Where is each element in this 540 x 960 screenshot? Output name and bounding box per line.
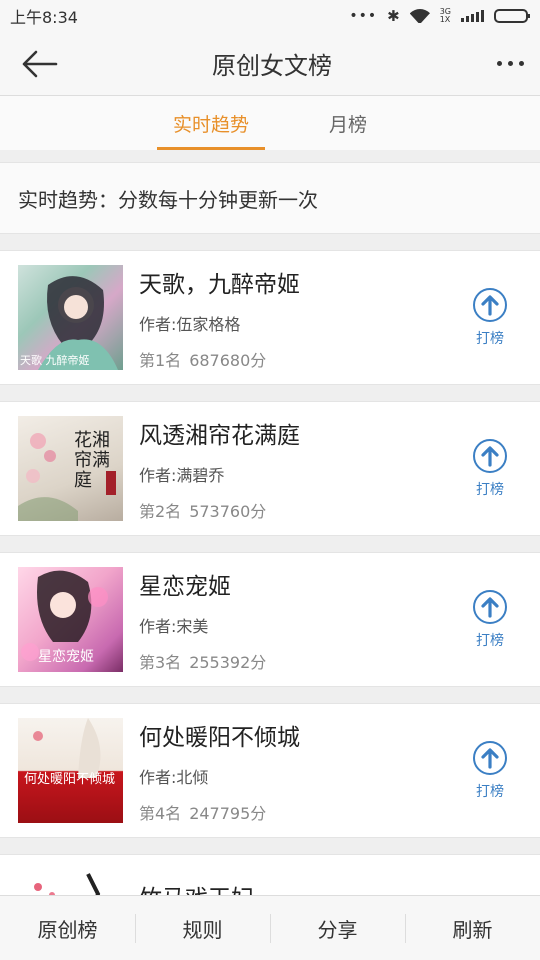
tab-bar: 实时趋势 月榜 — [0, 96, 540, 150]
up-arrow-icon — [473, 438, 507, 473]
book-info: 星恋宠姬 作者:宋美 第3名 255392分 — [139, 567, 470, 673]
book-title: 风透湘帘花满庭 — [139, 422, 300, 449]
vote-label: 打榜 — [476, 783, 504, 800]
book-author: 作者:宋美 — [139, 616, 209, 636]
notification-dots-icon: ••• — [349, 8, 378, 24]
page-title: 原创女文榜 — [212, 52, 332, 80]
vote-label: 打榜 — [476, 330, 504, 347]
more-options-icon[interactable] — [484, 61, 524, 66]
book-rank: 第3名 255392分 — [139, 649, 470, 673]
ranking-list: 天歌 九醉帝姬 天歌，九醉帝姬 作者:伍家格格 第1名 687680分 打榜 花湘… — [0, 250, 540, 914]
bluetooth-icon: ✱ — [387, 7, 400, 25]
rank-position: 第3名 — [139, 652, 182, 672]
vote-label: 打榜 — [476, 481, 504, 498]
up-arrow-icon — [473, 589, 507, 624]
wifi-icon — [410, 9, 430, 23]
rank-score: 247795分 — [189, 803, 267, 823]
bottom-nav-refresh[interactable]: 刷新 — [405, 896, 540, 960]
book-info: 何处暖阳不倾城 作者:北倾 第4名 247795分 — [139, 718, 470, 824]
book-rank: 第2名 573760分 — [139, 498, 470, 522]
book-author: 作者:北倾 — [139, 767, 209, 787]
book-title: 星恋宠姬 — [139, 573, 231, 600]
book-rank: 第1名 687680分 — [139, 347, 470, 371]
vote-button[interactable]: 打榜 — [470, 740, 510, 801]
cover-text: 何处暖阳不倾城 — [24, 772, 116, 787]
bottom-nav: 原创榜 规则 分享 刷新 — [0, 895, 540, 960]
book-item[interactable]: 何处暖阳不倾城 何处暖阳不倾城 作者:北倾 第4名 247795分 打榜 — [0, 703, 540, 838]
book-title: 天歌，九醉帝姬 — [139, 271, 300, 298]
rank-position: 第1名 — [139, 350, 182, 370]
cover-text: 花湘帘满庭 — [74, 430, 110, 491]
book-info: 风透湘帘花满庭 作者:满碧乔 第2名 573760分 — [139, 416, 470, 522]
book-cover[interactable]: 天歌 九醉帝姬 — [18, 265, 123, 370]
book-cover[interactable]: 花湘帘满庭 — [18, 416, 123, 521]
bottom-nav-original-list[interactable]: 原创榜 — [0, 896, 135, 960]
book-item[interactable]: 花湘帘满庭 风透湘帘花满庭 作者:满碧乔 第2名 573760分 打榜 — [0, 401, 540, 536]
rank-position: 第4名 — [139, 803, 182, 823]
status-icons: ••• ✱ 3G 1X — [349, 7, 530, 25]
network-type: 3G 1X — [439, 7, 451, 24]
book-rank: 第4名 247795分 — [139, 800, 470, 824]
book-author: 作者:伍家格格 — [139, 314, 241, 334]
battery-icon — [494, 9, 530, 23]
cover-text: 星恋宠姬 — [38, 649, 94, 665]
book-item[interactable]: 星恋宠姬 星恋宠姬 作者:宋美 第3名 255392分 打榜 — [0, 552, 540, 687]
rank-score: 573760分 — [189, 501, 267, 521]
book-author: 作者:满碧乔 — [139, 465, 225, 485]
up-arrow-icon — [473, 740, 507, 775]
book-cover[interactable]: 星恋宠姬 — [18, 567, 123, 672]
vote-label: 打榜 — [476, 632, 504, 649]
tab-monthly[interactable]: 月榜 — [313, 96, 383, 150]
book-cover[interactable]: 何处暖阳不倾城 — [18, 718, 123, 823]
bottom-nav-rules[interactable]: 规则 — [135, 896, 270, 960]
book-title: 何处暖阳不倾城 — [139, 724, 300, 751]
update-notice: 实时趋势：分数每十分钟更新一次 — [0, 162, 540, 234]
book-info: 天歌，九醉帝姬 作者:伍家格格 第1名 687680分 — [139, 265, 470, 371]
bottom-nav-share[interactable]: 分享 — [270, 896, 405, 960]
up-arrow-icon — [473, 287, 507, 322]
status-bar: 上午8:34 ••• ✱ 3G 1X — [0, 0, 540, 32]
back-arrow-icon[interactable] — [20, 44, 60, 84]
rank-score: 255392分 — [189, 652, 267, 672]
vote-button[interactable]: 打榜 — [470, 438, 510, 499]
status-time: 上午8:34 — [10, 8, 78, 27]
vote-button[interactable]: 打榜 — [470, 287, 510, 348]
navigation-bar: 原创女文榜 — [0, 32, 540, 96]
rank-position: 第2名 — [139, 501, 182, 521]
tab-realtime-trend[interactable]: 实时趋势 — [156, 96, 266, 150]
signal-icon — [461, 10, 484, 22]
book-item[interactable]: 天歌 九醉帝姬 天歌，九醉帝姬 作者:伍家格格 第1名 687680分 打榜 — [0, 250, 540, 385]
rank-score: 687680分 — [189, 350, 267, 370]
vote-button[interactable]: 打榜 — [470, 589, 510, 650]
cover-text: 天歌 九醉帝姬 — [20, 354, 90, 367]
